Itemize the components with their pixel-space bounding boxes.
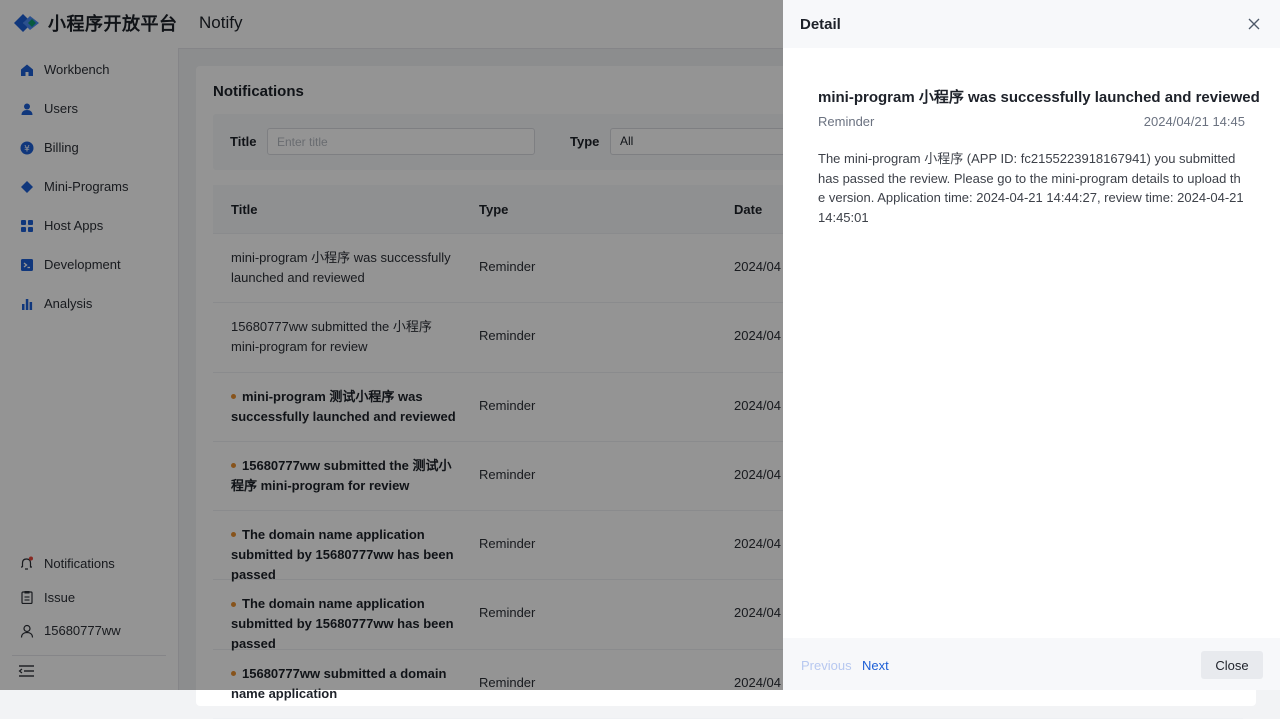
drawer-footer: Previous Next Close	[783, 638, 1280, 690]
previous-button[interactable]: Previous	[801, 658, 852, 673]
notification-type: Reminder	[818, 114, 875, 129]
notification-body: The mini-program 小程序 (APP ID: fc21552239…	[818, 151, 1244, 225]
notification-time: 2024/04/21 14:45	[1143, 114, 1245, 129]
close-icon[interactable]	[1247, 17, 1261, 31]
close-button[interactable]: Close	[1201, 651, 1263, 679]
drawer-header: Detail	[783, 0, 1280, 48]
drawer-title: Detail	[800, 16, 841, 33]
next-button[interactable]: Next	[862, 658, 889, 673]
notification-title: mini-program 小程序 was successfully launch…	[818, 89, 1260, 106]
detail-drawer: Detail mini-program 小程序 was successfully…	[783, 0, 1280, 690]
